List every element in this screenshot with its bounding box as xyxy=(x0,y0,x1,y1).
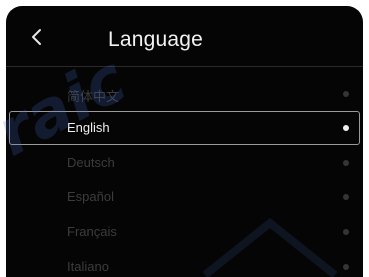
radio-dot-icon xyxy=(343,194,349,200)
language-label: Español xyxy=(67,189,114,204)
device-frame: Language 简体中文 English Deutsch Español Fr… xyxy=(0,0,369,277)
language-label: Français xyxy=(67,224,117,239)
watermark-arc-icon xyxy=(202,217,338,277)
language-item-en[interactable]: English xyxy=(9,111,360,145)
radio-dot-icon xyxy=(343,125,349,131)
back-button[interactable] xyxy=(26,26,48,48)
language-item-de[interactable]: Deutsch xyxy=(9,146,360,180)
radio-dot-icon xyxy=(343,160,349,166)
language-label: English xyxy=(67,120,110,135)
language-label: 简体中文 xyxy=(67,89,120,104)
radio-dot-icon xyxy=(343,264,349,270)
radio-dot-icon xyxy=(343,91,349,97)
chevron-left-icon xyxy=(32,29,41,45)
language-item-zh[interactable]: 简体中文 xyxy=(9,77,360,111)
language-label: Deutsch xyxy=(67,155,115,170)
page-title: Language xyxy=(108,28,204,51)
radio-dot-icon xyxy=(343,229,349,235)
header-bar: Language xyxy=(6,6,363,67)
language-label: Italiano xyxy=(67,259,109,274)
